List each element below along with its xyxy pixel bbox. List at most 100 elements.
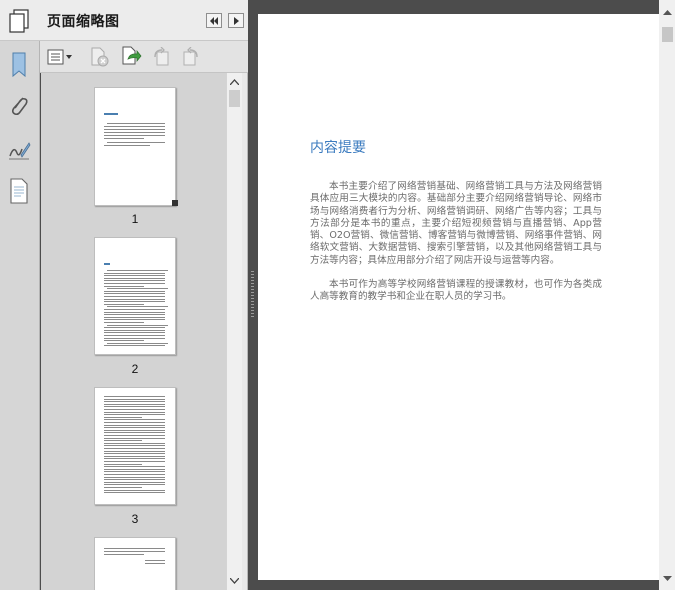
thumbnail-text-line [104, 406, 165, 408]
expand-panel-icon[interactable] [228, 13, 244, 28]
thumbnail-text-line [104, 448, 165, 449]
thumbnail-text-line [107, 324, 168, 326]
thumbnail-text-line [107, 306, 168, 308]
collapse-panel-icon[interactable] [206, 13, 222, 28]
thumbnail-text-line [107, 342, 168, 344]
thumbnail-text-line [104, 484, 165, 486]
thumbnail-text-line [104, 396, 165, 397]
thumbnail-text-line [107, 270, 168, 271]
thumbnail-text-line [104, 481, 165, 483]
document-paragraph: 本书可作为高等学校网络营销课程的授课教材，也可作为各类成人高等教育的教学书和企业… [310, 279, 602, 303]
thumbnail-text-line [104, 463, 142, 465]
document-scrollbar[interactable] [659, 0, 675, 590]
thumbnail-text-line [104, 487, 142, 488]
thumbnail-text-line [104, 401, 165, 403]
thumbnail-text-line [104, 303, 144, 305]
thumbnail-text-line [104, 437, 165, 439]
thumbnail-text-line [104, 429, 165, 431]
thumbnail-text-line [104, 314, 165, 316]
thumbnail-text-line [104, 422, 165, 423]
thumbnail-text-line [104, 296, 165, 297]
scrollbar-thumb[interactable] [662, 27, 673, 42]
thumbnail-text-line [104, 453, 165, 455]
thumbnail-text-line [104, 340, 144, 342]
thumbnail-text-line [104, 319, 165, 321]
thumbnail-text-line [104, 424, 165, 426]
panel-header: 页面缩略图 [0, 0, 248, 41]
thumbnail-text-line [104, 440, 142, 442]
panel-title: 页面缩略图 [47, 14, 120, 30]
scroll-up-icon[interactable] [659, 4, 675, 20]
splitter-grip[interactable] [251, 271, 254, 319]
page-thumbnails-icon[interactable] [5, 176, 33, 206]
delete-page-icon[interactable] [88, 47, 110, 67]
thumbnail-text-line [104, 466, 165, 468]
thumbnail-text-line [104, 311, 165, 313]
page-thumbnail-4[interactable] [94, 537, 176, 590]
thumbnail-text-line [104, 290, 165, 292]
page-thumbnail-1[interactable] [94, 87, 176, 206]
thumbnail-text-line [104, 283, 165, 284]
thumbnail-text-line [104, 316, 165, 318]
thumbnail-text-line [104, 409, 165, 410]
scrollbar-thumb[interactable] [229, 90, 240, 107]
thumbnail-text-line [104, 293, 165, 295]
thumbnail-text-line [104, 435, 165, 436]
thumbnail-text-line [104, 471, 165, 473]
thumbnail-text-line [104, 432, 165, 434]
thumbnail-text-line [104, 322, 144, 323]
thumbnail-label: 3 [131, 512, 139, 526]
thumbnail-text-line [104, 468, 165, 470]
thumbnail-text-line [104, 461, 165, 462]
thumbnail-text-line [104, 403, 165, 405]
thumbnail-text-line [104, 327, 165, 329]
thumbnail-text-line [104, 474, 165, 475]
navigation-rail [0, 41, 40, 590]
insert-page-icon[interactable] [120, 46, 142, 67]
attachment-icon[interactable] [5, 91, 33, 121]
thumbnail-text-line [104, 489, 165, 491]
thumbnail-text-line [104, 411, 165, 413]
thumbnail-text-line [104, 458, 165, 460]
thumbnail-label: 2 [131, 362, 139, 376]
thumbnail-text-line [104, 332, 165, 334]
pages-icon [8, 9, 30, 37]
rotate-left-icon[interactable] [150, 47, 172, 67]
scroll-down-icon[interactable] [227, 573, 242, 588]
thumbnail-text-line [104, 416, 142, 418]
thumbnail-text-line [104, 442, 165, 444]
thumbnail-text-line [104, 476, 165, 478]
signature-icon[interactable] [5, 135, 33, 165]
thumbnail-text-line [104, 427, 165, 429]
thumbnail-text-line [104, 335, 165, 336]
thumbnails-panel: 1 2 3 [41, 73, 226, 590]
thumbnail-label: 1 [131, 212, 139, 226]
thumbnail-text-line [104, 479, 165, 481]
panel-splitter[interactable] [248, 0, 258, 590]
thumbnail-text-line [104, 492, 165, 494]
thumbnail-text-line [104, 414, 165, 416]
thumbnail-text-line [104, 309, 165, 310]
thumbnail-text-line [104, 398, 165, 400]
thumbnails-scrollbar[interactable] [226, 73, 242, 590]
thumbnail-text-line [104, 285, 144, 287]
thumbnail-text-line [104, 329, 165, 331]
options-menu-icon[interactable] [46, 47, 74, 67]
thumbnail-text-line [104, 301, 165, 303]
current-page-marker [172, 200, 178, 206]
thumbnail-text-line [104, 455, 165, 457]
bookmark-icon[interactable] [5, 50, 33, 80]
page-thumbnail-2[interactable] [94, 237, 176, 355]
thumbnail-text-line [104, 345, 165, 347]
scroll-down-icon[interactable] [659, 571, 675, 587]
document-page: 内容提要 本书主要介绍了网络营销基础、网络营销工具与方法及网络营销具体应用三大模… [258, 14, 659, 580]
document-title: 内容提要 [310, 140, 366, 156]
panel-toolbar [40, 41, 248, 73]
thumbnail-text-line [104, 272, 165, 274]
rotate-right-icon[interactable] [180, 47, 202, 67]
thumbnail-text-line [104, 450, 165, 452]
scroll-up-icon[interactable] [227, 74, 242, 89]
thumbnail-text-line [107, 288, 168, 290]
page-thumbnail-3[interactable] [94, 387, 176, 505]
thumbnail-text-line [104, 419, 165, 421]
